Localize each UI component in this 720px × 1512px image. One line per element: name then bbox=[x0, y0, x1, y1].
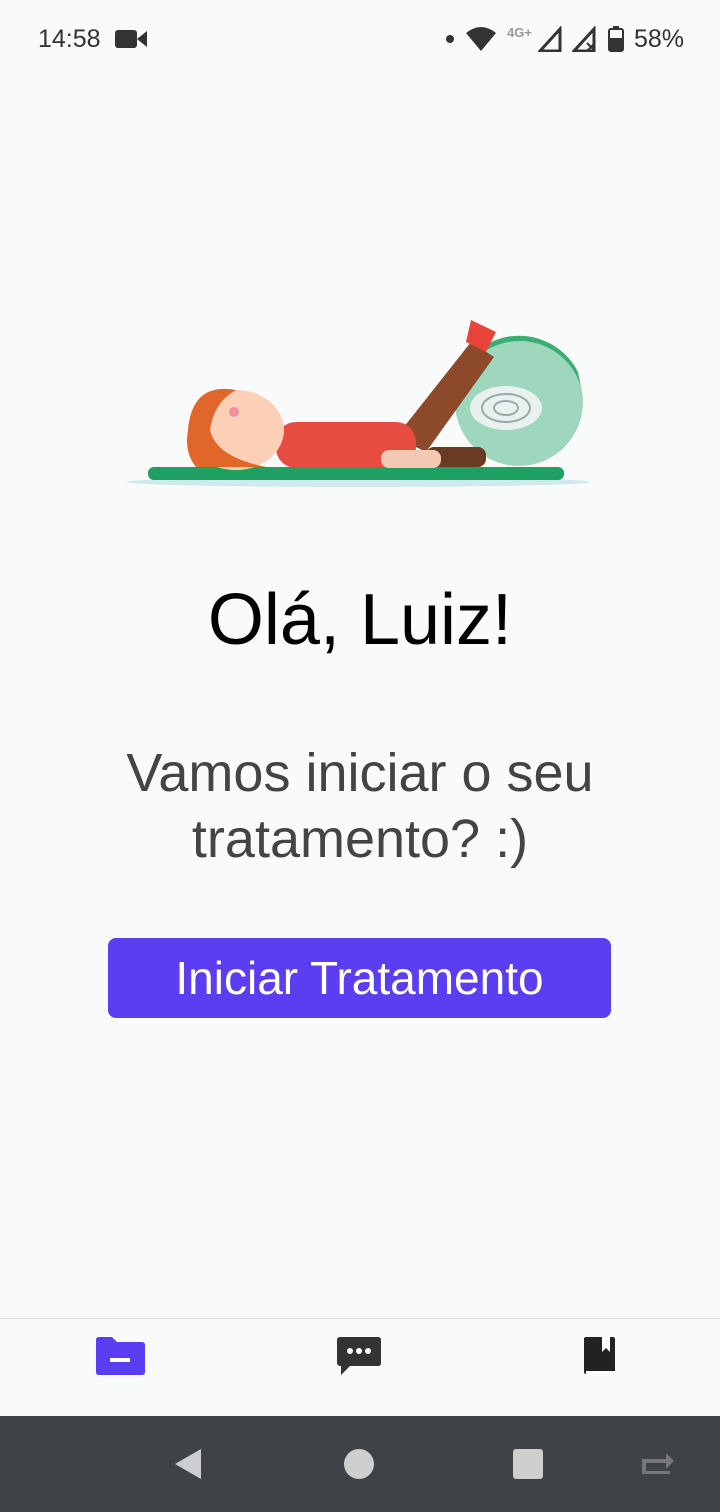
folder-icon bbox=[94, 1336, 146, 1381]
video-camera-icon bbox=[114, 28, 147, 50]
status-left: 14:58 bbox=[38, 25, 147, 54]
wifi-icon bbox=[465, 26, 497, 52]
home-button[interactable] bbox=[339, 1444, 379, 1484]
nav-item-book[interactable] bbox=[569, 1333, 629, 1383]
recents-button[interactable] bbox=[508, 1444, 548, 1484]
dot-icon bbox=[445, 34, 455, 44]
system-nav-bar bbox=[0, 1416, 720, 1512]
subtitle-text: Vamos iniciar o seu tratamento? :) bbox=[126, 743, 594, 869]
status-time: 14:58 bbox=[38, 24, 101, 53]
signal-icon bbox=[537, 26, 562, 52]
book-icon bbox=[582, 1336, 616, 1381]
rotate-icon[interactable] bbox=[636, 1444, 676, 1484]
exercise-illustration bbox=[126, 312, 596, 492]
status-bar: 14:58 4G+ 58% bbox=[0, 0, 720, 78]
chat-icon bbox=[336, 1335, 382, 1382]
battery-icon bbox=[607, 26, 624, 52]
back-button[interactable] bbox=[168, 1444, 208, 1484]
nav-item-folder[interactable] bbox=[90, 1333, 150, 1383]
signal-no-sim-icon bbox=[571, 26, 598, 52]
nav-item-chat[interactable] bbox=[329, 1333, 389, 1383]
start-treatment-button[interactable]: Iniciar Tratamento bbox=[108, 938, 611, 1018]
greeting-title: Olá, Luiz! bbox=[207, 580, 513, 660]
battery-level: 58% bbox=[633, 24, 684, 53]
bottom-nav bbox=[0, 1318, 720, 1416]
status-right: 4G+ 58% bbox=[445, 25, 684, 54]
network-type: 4G+ bbox=[507, 24, 532, 40]
